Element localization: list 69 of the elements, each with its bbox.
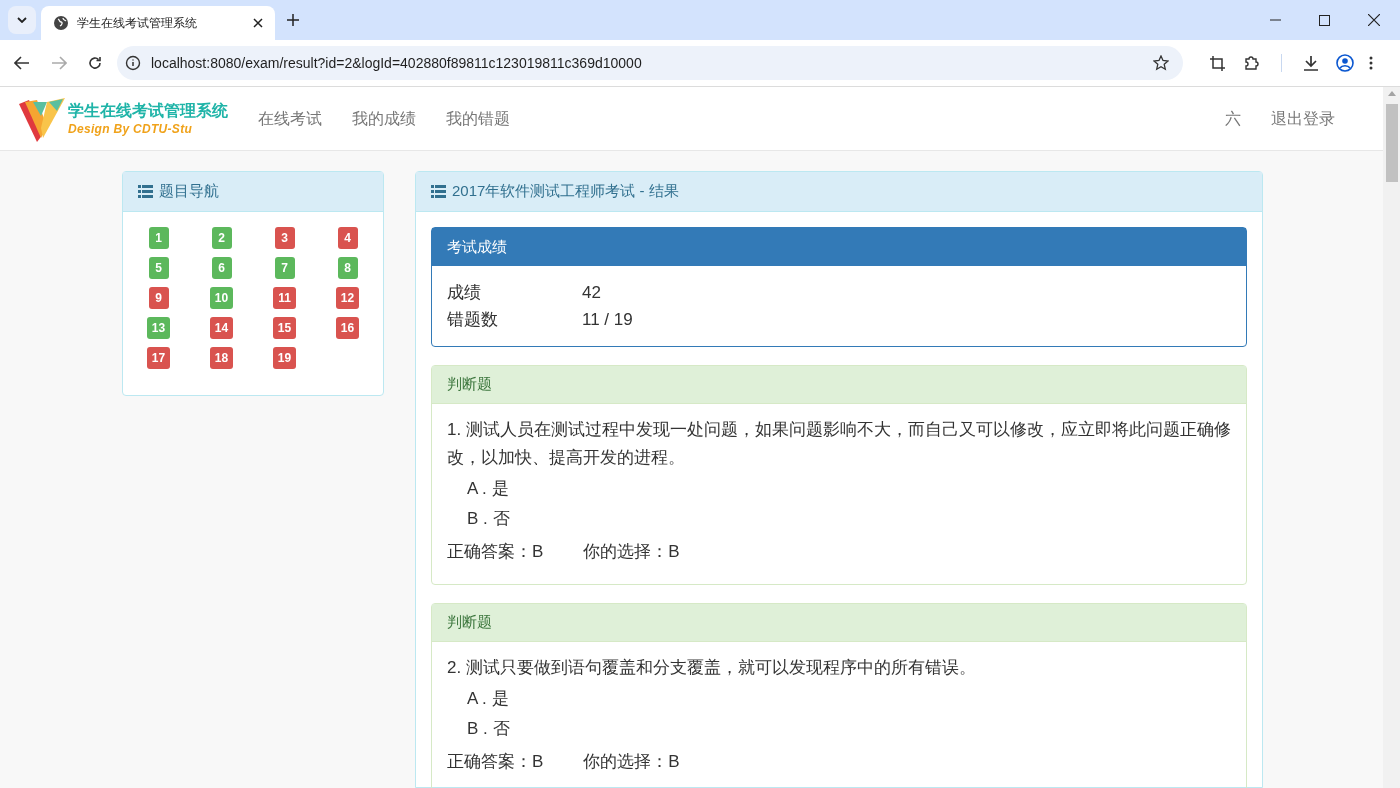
download-icon[interactable] — [1303, 55, 1319, 71]
brand-title: 学生在线考试管理系统 — [68, 100, 228, 121]
question-badge[interactable]: 17 — [146, 347, 171, 369]
score-label: 错题数 — [447, 308, 499, 331]
scrollbar[interactable] — [1383, 87, 1400, 788]
question-badge[interactable]: 7 — [274, 257, 295, 279]
list-icon — [138, 185, 153, 198]
reload-icon[interactable] — [88, 56, 102, 70]
question-badge[interactable]: 15 — [272, 317, 297, 339]
question-badge[interactable]: 9 — [148, 287, 169, 309]
question-badge[interactable]: 11 — [273, 287, 296, 309]
url-text: localhost:8080/exam/result?id=2&logId=402880f89811c123019811c369d10000 — [151, 53, 643, 73]
menu-icon[interactable] — [1369, 56, 1373, 70]
logo-icon — [19, 95, 67, 142]
correct-answer: 正确答案：B — [447, 751, 544, 773]
info-icon[interactable] — [125, 55, 141, 71]
panel-title: 考试成绩 — [447, 236, 507, 257]
option-text: A . 是 — [467, 478, 510, 500]
question-badge[interactable]: 18 — [209, 347, 234, 369]
panel-title: 2017年软件测试工程师考试 - 结果 — [452, 181, 679, 202]
question-badge[interactable]: 6 — [211, 257, 232, 279]
question-type: 判断题 — [447, 612, 492, 633]
option-text: A . 是 — [467, 688, 510, 710]
score-value: 11 / 19 — [582, 308, 633, 331]
close-icon[interactable] — [253, 18, 263, 28]
nav-link[interactable]: 我的错题 — [431, 106, 525, 131]
question-text: 2. 测试只要做到语句覆盖和分支覆盖，就可以发现程序中的所有错误。 — [447, 657, 977, 679]
nav-link[interactable]: 在线考试 — [243, 106, 337, 131]
tab-list-button[interactable] — [8, 6, 36, 34]
brand-subtitle: Design By CDTU-Stu — [68, 120, 194, 137]
tab-title: 学生在线考试管理系统 — [77, 15, 198, 32]
your-choice: 你的选择：B — [583, 751, 680, 773]
option-text: B . 否 — [467, 508, 511, 530]
maximize-icon[interactable] — [1319, 14, 1330, 26]
question-badge[interactable]: 5 — [148, 257, 169, 279]
address-bar[interactable]: localhost:8080/exam/result?id=2&logId=402880f89811c123019811c369d10000 — [117, 46, 1183, 80]
new-tab-icon[interactable] — [287, 14, 299, 26]
question-badge[interactable]: 1 — [148, 227, 169, 249]
question-badge[interactable]: 8 — [337, 257, 358, 279]
your-choice: 你的选择：B — [583, 541, 680, 563]
logout-link[interactable]: 退出登录 — [1271, 106, 1335, 131]
question-badge[interactable]: 14 — [209, 317, 234, 339]
crop-icon[interactable] — [1210, 55, 1225, 71]
panel-title: 题目导航 — [159, 181, 219, 202]
score-value: 42 — [582, 281, 601, 304]
scrollbar-thumb[interactable] — [1385, 104, 1398, 182]
question-badge[interactable]: 3 — [274, 227, 295, 249]
question-badge[interactable]: 13 — [146, 317, 171, 339]
browser-tab[interactable]: 学生在线考试管理系统 — [41, 6, 275, 40]
question-text: 1. 测试人员在测试过程中发现一处问题，如果问题影响不大，而自己又可以修改，应立即将此问题正确修改，以加快、提高开发的进程。 — [447, 419, 1231, 469]
chevron-down-icon — [17, 17, 27, 23]
question-type: 判断题 — [447, 374, 492, 395]
score-label: 成绩 — [447, 281, 482, 304]
question-badge[interactable]: 19 — [272, 347, 297, 369]
profile-icon[interactable] — [1336, 54, 1354, 72]
correct-answer: 正确答案：B — [447, 541, 544, 563]
star-icon[interactable] — [1153, 55, 1169, 71]
nav-link[interactable]: 我的成绩 — [337, 106, 431, 131]
question-badge[interactable]: 16 — [335, 317, 360, 339]
question-badge[interactable]: 12 — [335, 287, 360, 309]
user-name[interactable]: 六 — [1225, 106, 1241, 131]
close-icon[interactable] — [1368, 14, 1380, 26]
list-icon — [431, 185, 446, 198]
puzzle-icon[interactable] — [1244, 55, 1260, 71]
back-icon[interactable] — [14, 56, 30, 70]
question-badge[interactable]: 4 — [337, 227, 358, 249]
option-text: B . 否 — [467, 718, 511, 740]
question-badge[interactable]: 2 — [211, 227, 232, 249]
question-badge[interactable]: 10 — [209, 287, 234, 309]
